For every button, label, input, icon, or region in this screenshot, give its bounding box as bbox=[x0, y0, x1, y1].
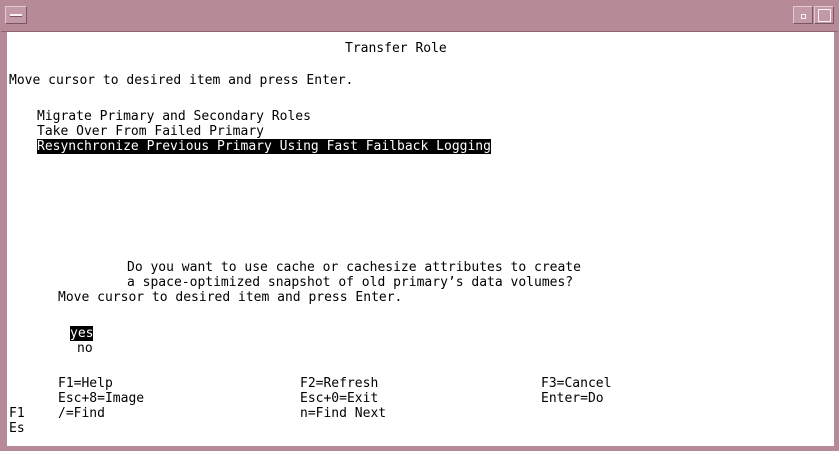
key-cancel[interactable]: F3=Cancel bbox=[541, 376, 611, 391]
key-do[interactable]: Enter=Do bbox=[541, 391, 604, 406]
minimize-button[interactable] bbox=[793, 6, 813, 24]
background-fragment-es: Es bbox=[9, 421, 25, 436]
key-find[interactable]: /=Find bbox=[58, 406, 105, 421]
dialog-question-line2: a space-optimized snapshot of old primar… bbox=[127, 275, 574, 290]
maximize-button[interactable] bbox=[814, 6, 834, 24]
menu-bar-icon bbox=[10, 14, 22, 17]
screen-title: Transfer Role bbox=[345, 41, 447, 56]
dialog-question-line1: Do you want to use cache or cachesize at… bbox=[127, 260, 581, 275]
title-bar[interactable] bbox=[1, 1, 838, 32]
maximize-icon bbox=[818, 9, 831, 22]
background-fragment-f1: F1 bbox=[9, 406, 25, 421]
option-no[interactable]: no bbox=[77, 341, 93, 356]
screen-instruction: Move cursor to desired item and press En… bbox=[9, 73, 354, 88]
terminal-window: Transfer Role Move cursor to desired ite… bbox=[0, 0, 839, 451]
option-yes[interactable]: yes bbox=[70, 326, 94, 341]
key-help[interactable]: F1=Help bbox=[58, 376, 113, 391]
minimize-icon bbox=[801, 14, 806, 19]
key-refresh[interactable]: F2=Refresh bbox=[300, 376, 378, 391]
key-image[interactable]: Esc+8=Image bbox=[58, 391, 144, 406]
dialog-instruction: Move cursor to desired item and press En… bbox=[58, 290, 403, 305]
key-find-next[interactable]: n=Find Next bbox=[300, 406, 386, 421]
terminal-screen[interactable]: Transfer Role Move cursor to desired ite… bbox=[7, 32, 834, 446]
menu-item-resynchronize[interactable]: Resynchronize Previous Primary Using Fas… bbox=[37, 139, 491, 154]
menu-item-take-over[interactable]: Take Over From Failed Primary bbox=[37, 124, 264, 139]
window-menu-button[interactable] bbox=[5, 6, 27, 24]
key-exit[interactable]: Esc+0=Exit bbox=[300, 391, 378, 406]
menu-item-migrate-roles[interactable]: Migrate Primary and Secondary Roles bbox=[37, 109, 311, 124]
